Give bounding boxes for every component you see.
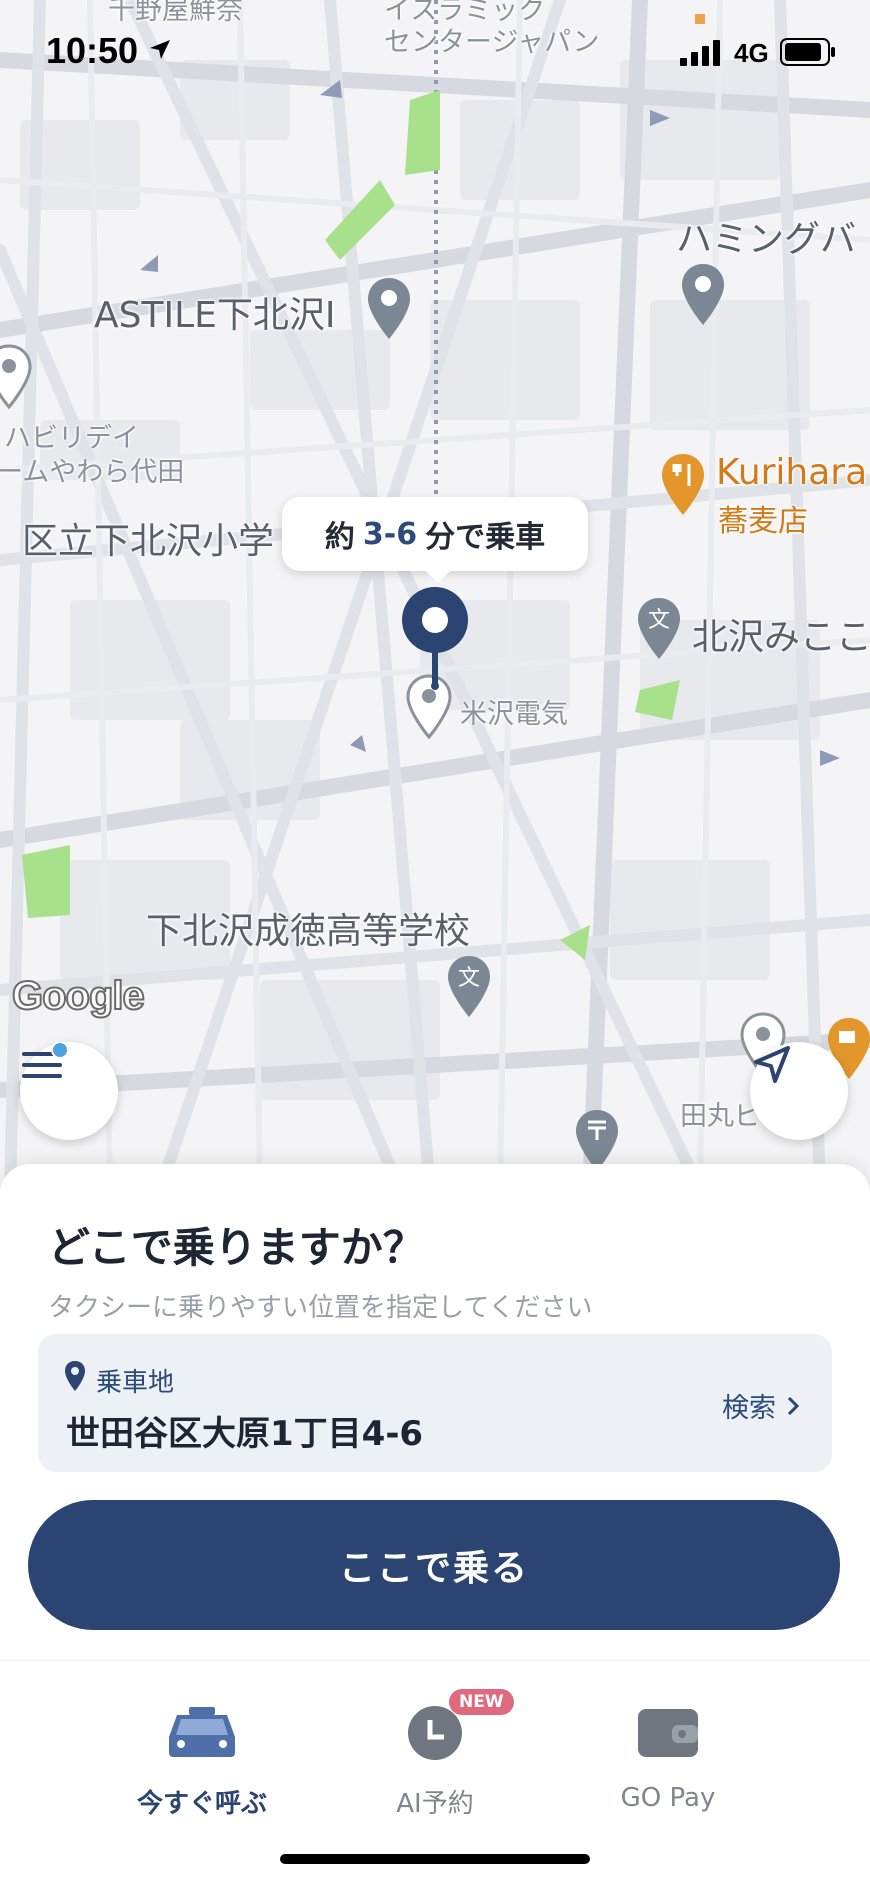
eta-suffix: 分で乗車 (425, 520, 546, 555)
poi-label: ームやわら代田 (0, 457, 185, 488)
navigation-arrow-icon (754, 1046, 790, 1083)
network-type: 4G (734, 38, 769, 68)
status-time: 10:50 (46, 30, 139, 71)
restaurant-pin-icon[interactable] (660, 452, 706, 518)
pickup-location-field[interactable]: 乗車地 世田谷区大原1丁目4-6 検索 (38, 1334, 832, 1472)
tab-label: AI予約 (396, 1789, 474, 1819)
home-indicator (280, 1854, 590, 1864)
status-bar: 10:50 4G (0, 0, 870, 108)
poi-label: 区立下北沢小学 (22, 521, 275, 562)
pickup-address: 世田谷区大原1丁目4-6 (66, 1414, 424, 1454)
new-badge: NEW (449, 1689, 514, 1715)
tab-ai-reservation[interactable]: NEW AI予約 (335, 1689, 535, 1820)
place-pin-icon[interactable] (366, 276, 412, 342)
sheet-title: どこで乗りますか？ (48, 1223, 425, 1272)
wallet-icon (638, 1709, 698, 1757)
svg-text:文: 文 (458, 966, 480, 991)
chevron-right-icon (787, 1396, 800, 1415)
poi-label: 下北沢成徳高等学校 (146, 911, 471, 952)
tab-go-pay[interactable]: GO Pay (568, 1691, 768, 1813)
poi-label: 田丸ビ (680, 1101, 761, 1132)
svg-text:文: 文 (648, 608, 670, 633)
taxi-icon (169, 1707, 235, 1757)
cellular-signal-icon (680, 40, 720, 66)
tab-label: GO Pay (620, 1783, 716, 1813)
poi-label: ASTILE下北沢I (94, 295, 336, 336)
search-link[interactable]: 検索 (722, 1386, 800, 1425)
poi-label: 北沢みここ (692, 617, 870, 658)
pickup-pin-icon[interactable] (398, 586, 472, 690)
confirm-pickup-button[interactable]: ここで乗る (28, 1500, 840, 1630)
tab-bar: 今すぐ呼ぶ NEW AI予約 GO Pay (0, 1660, 870, 1885)
poi-label: 米沢電気 (460, 699, 568, 730)
map-view[interactable]: 文 文 千野屋鮮奈 イスラミック センタージャパン ASTILE下北沢I ハミン… (0, 0, 870, 1190)
current-location-button[interactable] (750, 1042, 848, 1140)
school-pin-icon[interactable]: 文 (636, 596, 682, 662)
location-arrow-icon (150, 40, 170, 59)
pickup-label: 乗車地 (96, 1368, 175, 1398)
battery-icon (780, 38, 835, 66)
place-pin-icon[interactable] (0, 344, 32, 410)
poi-label: 蕎麦店 (718, 504, 808, 539)
sheet-subtitle: タクシーに乗りやすい位置を指定してください (48, 1293, 593, 1323)
search-label: 検索 (722, 1393, 776, 1424)
school-pin-icon[interactable]: 文 (446, 954, 492, 1020)
menu-icon (22, 1042, 69, 1078)
location-pin-icon (65, 1361, 85, 1391)
eta-bubble: 約 3-6 分で乗車 (282, 497, 588, 583)
poi-label: ハミングバ (676, 219, 857, 260)
eta-range: 3-6 (362, 516, 418, 552)
eta-prefix: 約 (324, 520, 355, 555)
poi-label: Kurihara (716, 452, 868, 493)
tab-label: 今すぐ呼ぶ (136, 1789, 267, 1819)
menu-button[interactable] (20, 1042, 118, 1140)
tab-ride-now[interactable]: 今すぐ呼ぶ (102, 1691, 302, 1820)
place-pin-icon[interactable] (680, 262, 726, 328)
google-attribution: Google (11, 973, 146, 1019)
